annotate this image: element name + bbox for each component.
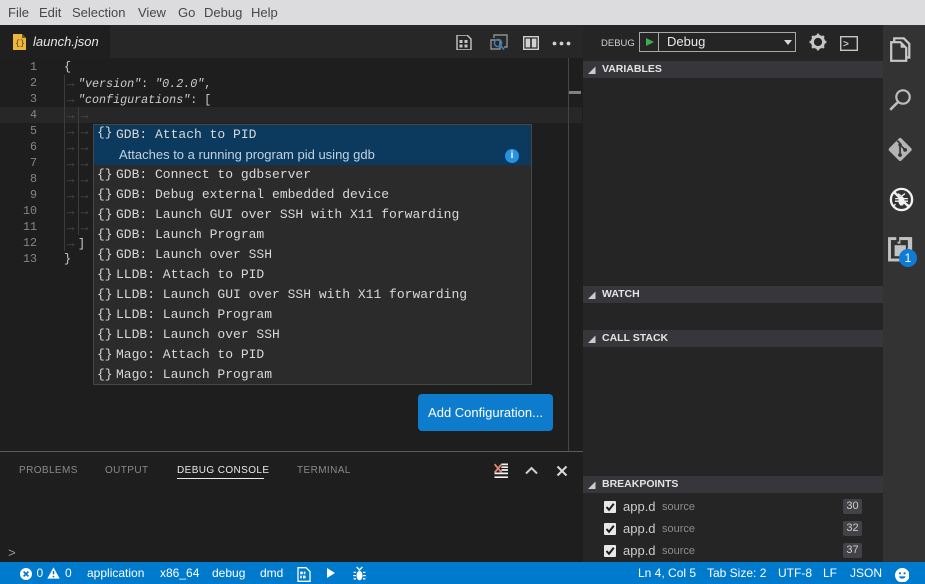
svg-text:{}: {}	[15, 40, 25, 49]
svg-text:>: >	[843, 39, 849, 50]
